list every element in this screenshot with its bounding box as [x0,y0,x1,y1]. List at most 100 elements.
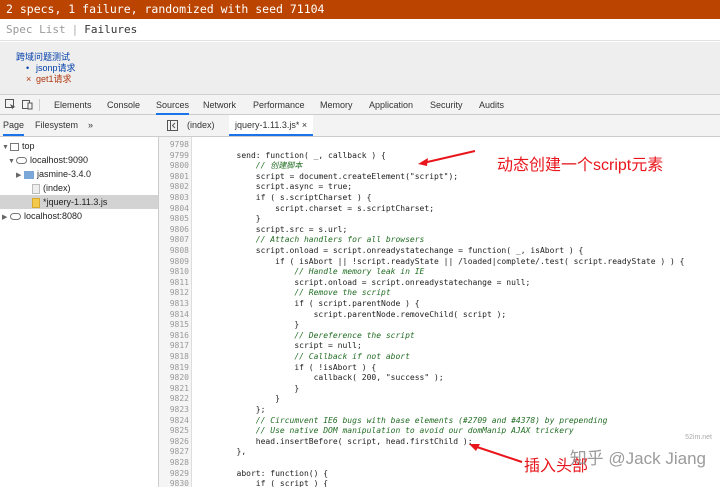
line-number[interactable]: 9800 [159,161,189,172]
line-number-gutter: 9798 9799 9800 9801 9802 9803 9804 9805 9806 9807… [159,137,192,490]
line-number[interactable]: 9816 [159,331,189,342]
code-line: script.onload = script.onreadystatechang… [198,246,584,255]
editor-tab-label: jquery-1.11.3.js* [235,120,300,130]
tab-memory[interactable]: Memory [320,95,353,115]
tab-filesystem[interactable]: Filesystem [35,115,78,136]
tree-label: jasmine-3.4.0 [37,169,92,179]
tab-network[interactable]: Network [203,95,236,115]
inspect-element-icon[interactable] [5,99,16,110]
line-number[interactable]: 9814 [159,310,189,321]
code-line: // Use native DOM manipulation to avoid … [198,426,574,436]
code-line: if ( s.scriptCharset ) { [198,193,372,202]
code-line: } [198,383,300,393]
annotation-arrow-icon [469,444,523,463]
code-line: } [198,320,300,330]
line-number[interactable]: 9827 [159,447,189,458]
editor-tabs: (index) jquery-1.11.3.js* × [159,115,720,137]
line-number[interactable]: 9806 [159,225,189,236]
file-icon [32,183,40,194]
tab-audits[interactable]: Audits [479,95,504,115]
editor-tab-index[interactable]: (index) [187,115,215,136]
line-number[interactable]: 9823 [159,405,189,416]
tree-item-index[interactable]: (index) [24,181,71,195]
annotation-create-script: 动态创建一个script元素 [497,157,664,174]
jasmine-status-bar: 2 specs, 1 failure, randomized with seed… [0,0,720,19]
code-line: if ( isAbort || !script.readyState || /l… [198,256,685,266]
tab-sources[interactable]: Sources [156,95,190,115]
spec-failed[interactable]: × get1请求 [26,72,72,85]
code-line: callback( 200, "success" ); [198,373,444,383]
tree-item-jasmine-folder[interactable]: ▶ jasmine-3.4.0 [16,167,91,181]
code-line: // 创建脚本 [198,161,303,171]
nav-separator: | [71,23,79,36]
cloud-icon [10,213,21,221]
more-tabs-button[interactable]: » [88,115,93,136]
line-number[interactable]: 9815 [159,320,189,331]
watermark-site: 52im.net [685,434,712,441]
code-line: script.src = s.url; [198,224,348,234]
code-line: // Handle memory leak in IE [198,267,425,277]
code-line: script = null; [198,341,362,351]
jasmine-nav: Spec List | Failures [0,19,720,41]
tree-label: localhost:8080 [24,211,83,221]
code-line: if ( !isAbort ) { [198,362,377,372]
failures-link[interactable]: Failures [84,23,137,36]
tree-item-localhost-9090[interactable]: ▼ localhost:9090 [8,153,88,167]
code-line: script.onload = script.onreadystatechang… [198,277,531,287]
line-number[interactable]: 9820 [159,373,189,384]
line-number[interactable]: 9809 [159,257,189,268]
close-tab-icon[interactable]: × [302,120,307,130]
code-line: } [198,214,261,224]
code-line: if ( script.parentNode ) { [198,299,420,308]
line-number[interactable]: 9808 [159,246,189,257]
tree-label: top [22,141,35,151]
line-number[interactable]: 9801 [159,172,189,183]
toggle-navigator-icon[interactable] [167,120,178,131]
line-number[interactable]: 9810 [159,267,189,278]
code-editor[interactable]: send: function( _, callback ) { // 创建脚本 … [192,137,720,487]
line-number[interactable]: 9830 [159,479,189,490]
tree-item-top[interactable]: ▼ top [2,139,35,153]
tree-item-jquery[interactable]: *jquery-1.11.3.js [0,195,158,209]
line-number[interactable]: 9818 [159,352,189,363]
line-number[interactable]: 9819 [159,363,189,374]
line-number[interactable]: 9812 [159,288,189,299]
navigator-tabs: Page Filesystem » [0,115,159,137]
line-number[interactable]: 9803 [159,193,189,204]
line-number[interactable]: 9826 [159,437,189,448]
tab-elements[interactable]: Elements [54,95,92,115]
line-number[interactable]: 9825 [159,426,189,437]
tab-performance[interactable]: Performance [253,95,305,115]
line-number[interactable]: 9805 [159,214,189,225]
line-number[interactable]: 9822 [159,394,189,405]
line-number[interactable]: 9811 [159,278,189,289]
line-number[interactable]: 9802 [159,182,189,193]
device-toolbar-icon[interactable] [22,99,33,110]
code-line: send: function( _, callback ) { [198,150,386,160]
tab-page[interactable]: Page [3,115,25,136]
tab-application[interactable]: Application [369,95,413,115]
line-number[interactable]: 9829 [159,469,189,480]
cloud-icon [16,157,27,165]
editor-tab-jquery[interactable]: jquery-1.11.3.js* × [229,115,314,136]
spec-list-link[interactable]: Spec List [6,23,66,36]
code-line: // Remove the script [198,288,391,298]
line-number[interactable]: 9804 [159,204,189,215]
line-number[interactable]: 9813 [159,299,189,310]
tree-label: *jquery-1.11.3.js [43,197,108,207]
line-number[interactable]: 9824 [159,416,189,427]
collapsed-triangle-icon: ▶ [16,172,22,179]
line-number[interactable]: 9821 [159,384,189,395]
tree-item-localhost-8080[interactable]: ▶ localhost:8080 [2,209,82,223]
line-number[interactable]: 9828 [159,458,189,469]
code-line: } [198,394,280,404]
fail-mark: × [26,74,32,84]
tab-console[interactable]: Console [107,95,140,115]
line-number[interactable]: 9799 [159,151,189,162]
js-file-icon [32,197,40,208]
line-number[interactable]: 9817 [159,341,189,352]
tab-security[interactable]: Security [430,95,463,115]
line-number[interactable]: 9807 [159,235,189,246]
tree-label: (index) [43,183,71,193]
line-number[interactable]: 9798 [159,140,189,151]
